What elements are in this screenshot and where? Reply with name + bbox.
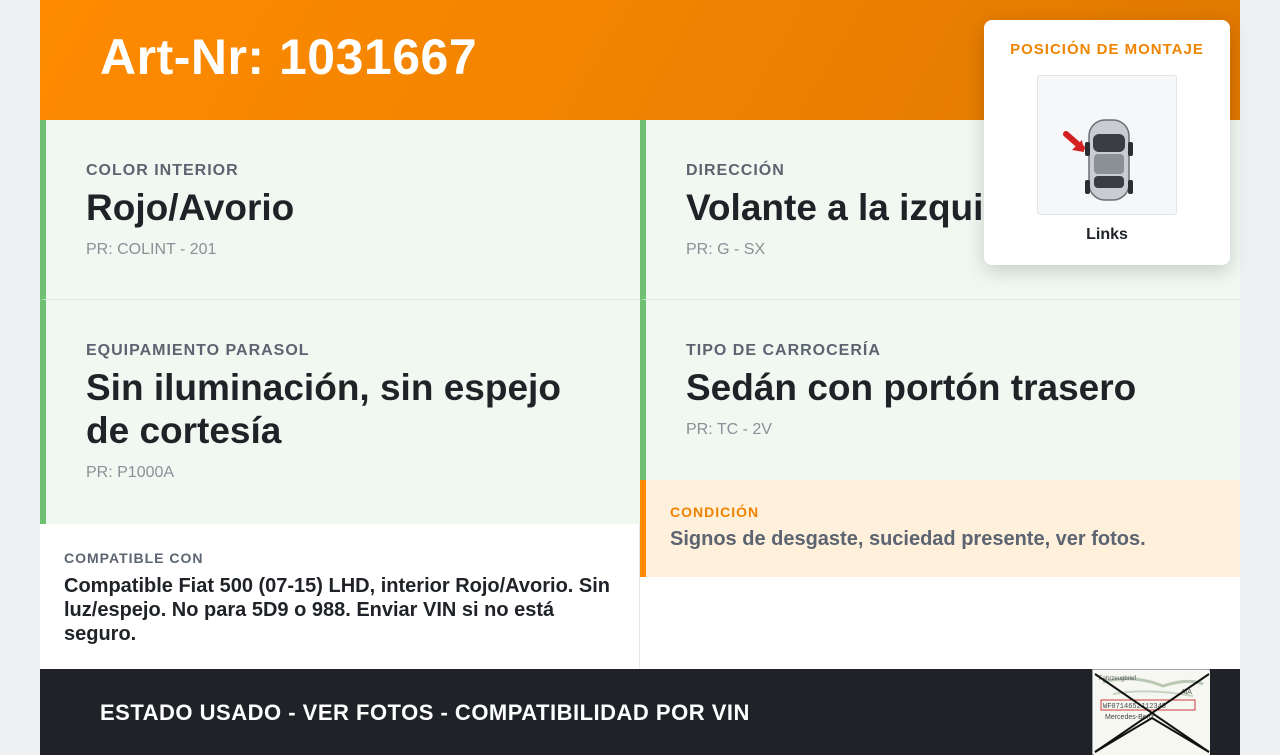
interior-color-pr: PR: COLINT - 201 [86, 241, 217, 258]
document-envelope-icon: Fahrzeugbrief AiA WF0714652J12345 Merced… [1094, 671, 1210, 755]
mounting-position-popup: POSICIÓN DE MONTAJE Links [984, 20, 1230, 265]
mounting-position-title: POSICIÓN DE MONTAJE [1010, 41, 1204, 58]
article-number-title: Art-Nr: 1031667 [100, 29, 478, 85]
registration-document-thumbnail[interactable]: Fahrzeugbrief AiA WF0714652J12345 Merced… [1092, 669, 1210, 755]
compatibility-box: COMPATIBLE CON Compatible Fiat 500 (07-1… [40, 524, 640, 669]
body-type-pr: PR: TC - 2V [686, 421, 772, 438]
car-top-view-left-arrow-icon [1063, 119, 1133, 201]
sun-visor-value: Sin iluminación, sin espejo de cortesía [86, 367, 561, 451]
condition-text: Signos de desgaste, suciedad presente, v… [670, 528, 1146, 550]
body-type-value: Sedán con portón trasero [686, 367, 1137, 408]
compatibility-label: COMPATIBLE CON [64, 550, 204, 566]
mounting-position-image [1037, 75, 1177, 215]
body-type-cell: TIPO DE CARROCERÍA Sedán con portón tras… [640, 300, 1240, 480]
sun-visor-label: EQUIPAMIENTO PARASOL [86, 342, 310, 359]
condition-label: CONDICIÓN [670, 504, 760, 520]
body-type-label: TIPO DE CARROCERÍA [686, 342, 881, 359]
interior-color-value: Rojo/Avorio [86, 187, 295, 228]
condition-box: CONDICIÓN Signos de desgaste, suciedad p… [640, 480, 1240, 577]
interior-color-label: COLOR INTERIOR [86, 162, 239, 179]
interior-color-cell: COLOR INTERIOR Rojo/Avorio PR: COLINT - … [40, 120, 640, 300]
sun-visor-cell: EQUIPAMIENTO PARASOL Sin iluminación, si… [40, 300, 640, 524]
compatibility-text: Compatible Fiat 500 (07-15) LHD, interio… [64, 575, 611, 645]
footer-bar: ESTADO USADO - VER FOTOS - COMPATIBILIDA… [40, 669, 1240, 755]
sun-visor-pr: PR: P1000A [86, 464, 175, 481]
footer-text: ESTADO USADO - VER FOTOS - COMPATIBILIDA… [100, 700, 750, 725]
mounting-position-caption: Links [1086, 226, 1128, 243]
